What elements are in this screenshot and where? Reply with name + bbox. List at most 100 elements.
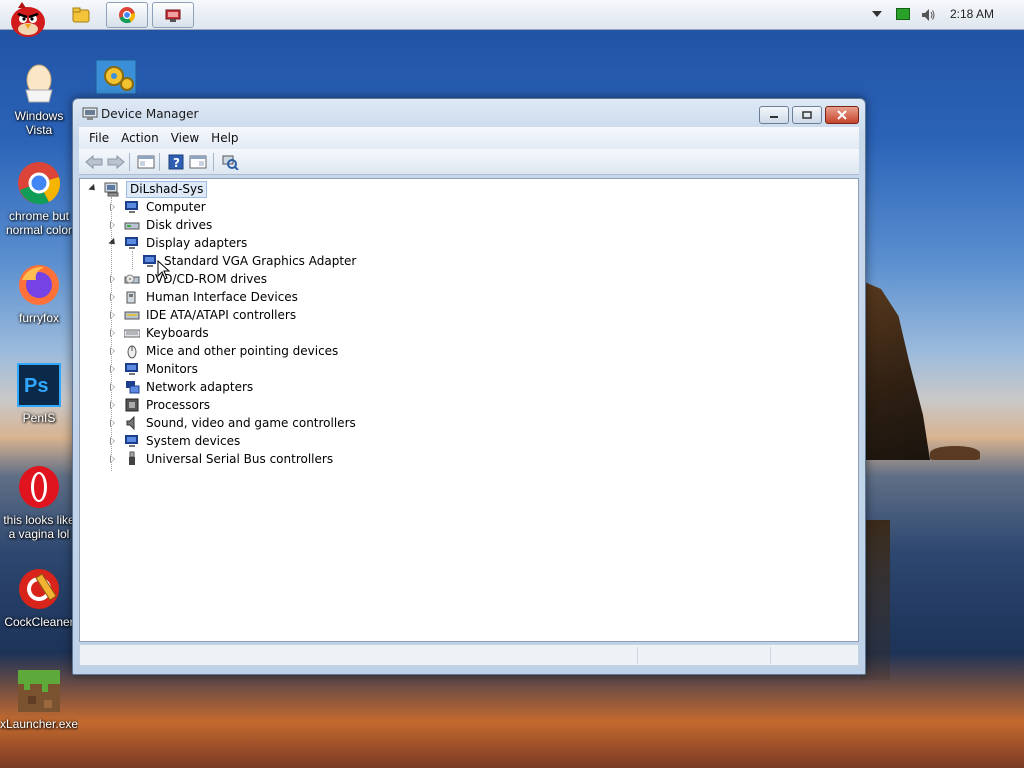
tree-item-label: Keyboards: [146, 326, 209, 340]
mouse-icon: [124, 343, 140, 359]
expand-icon[interactable]: [108, 328, 118, 338]
tree-item-label: Sound, video and game controllers: [146, 416, 356, 430]
svg-text:?: ?: [173, 156, 180, 170]
photoshop-icon: Ps: [16, 362, 62, 408]
scan-hardware-button[interactable]: [221, 153, 239, 171]
minimize-icon: [770, 116, 778, 118]
disk-drive-icon: [124, 217, 140, 233]
usb-icon: [124, 451, 140, 467]
expand-icon[interactable]: [108, 310, 118, 320]
firefox-icon: [16, 262, 62, 308]
tree-item-processors[interactable]: Processors: [108, 396, 210, 414]
processor-icon: [124, 397, 140, 413]
back-button[interactable]: [85, 153, 103, 171]
desktop-icon-opera[interactable]: this looks like a vagina lol: [0, 464, 78, 541]
menu-help[interactable]: Help: [205, 127, 244, 149]
expand-icon[interactable]: [108, 418, 118, 428]
chrome-taskbar-button[interactable]: [106, 2, 148, 28]
desktop-icon-furryfox[interactable]: furryfox: [0, 262, 78, 325]
minecraft-icon: [16, 668, 62, 714]
help-icon: ?: [168, 154, 184, 170]
dvd-drive-icon: [124, 271, 140, 287]
tree-item-display-adapters[interactable]: Display adapters: [108, 234, 247, 252]
network-icon[interactable]: [896, 8, 910, 20]
device-manager-taskbar-button[interactable]: [152, 2, 194, 28]
volume-icon[interactable]: [920, 7, 936, 23]
close-button[interactable]: [825, 106, 859, 124]
hid-icon: [124, 289, 140, 305]
title-bar[interactable]: Device Manager: [73, 99, 865, 129]
expand-icon[interactable]: [108, 454, 118, 464]
gears-icon: [95, 59, 137, 95]
tree-root[interactable]: DiLshad-Sys: [88, 180, 208, 198]
chrome-icon: [119, 7, 136, 24]
tree-item-label: Universal Serial Bus controllers: [146, 452, 334, 466]
menu-bar: File Action View Help: [79, 127, 859, 149]
toolbar-separator: [129, 153, 130, 171]
desktop-icon-settings[interactable]: [94, 56, 140, 96]
network-adapter-icon: [124, 379, 140, 395]
desktop-icon-label: furryfox: [18, 311, 59, 325]
tree-item-network-adapters[interactable]: Network adapters: [108, 378, 253, 396]
maximize-button[interactable]: [792, 106, 822, 124]
tree-item-monitors[interactable]: Monitors: [108, 360, 198, 378]
toolbar: ?: [79, 149, 859, 175]
forward-arrow-icon: [107, 155, 125, 169]
show-hidden-icons-icon[interactable]: [872, 11, 882, 17]
help-button[interactable]: ?: [167, 153, 185, 171]
forward-button[interactable]: [107, 153, 125, 171]
tree-item-disk-drives[interactable]: Disk drives: [108, 216, 212, 234]
expand-icon[interactable]: [108, 220, 118, 230]
properties-button[interactable]: [189, 153, 207, 171]
expand-icon[interactable]: [108, 436, 118, 446]
collapse-icon[interactable]: [88, 184, 98, 194]
tree-item-hid[interactable]: Human Interface Devices: [108, 288, 298, 306]
properties-icon: [189, 155, 207, 169]
show-hide-console-tree-button[interactable]: [137, 153, 155, 171]
collapse-icon[interactable]: [108, 238, 118, 248]
expand-icon[interactable]: [108, 400, 118, 410]
menu-view[interactable]: View: [165, 127, 205, 149]
ide-controller-icon: [124, 307, 140, 323]
desktop-icon-ccleaner[interactable]: CockCleaner: [0, 566, 78, 629]
explorer-quicklaunch-icon[interactable]: [72, 7, 90, 23]
expand-icon[interactable]: [108, 292, 118, 302]
menu-file[interactable]: File: [83, 127, 115, 149]
clock[interactable]: 2:18 AM: [950, 7, 994, 21]
desktop-icon-chrome[interactable]: chrome but normal color: [0, 160, 78, 237]
tree-item-label: IDE ATA/ATAPI controllers: [146, 308, 297, 322]
tree-item-ide[interactable]: IDE ATA/ATAPI controllers: [108, 306, 296, 324]
maximize-icon: [802, 111, 812, 119]
window-title: Device Manager: [101, 107, 199, 121]
desktop-icon-label: Windows Vista: [14, 109, 64, 137]
desktop-icon-windows-vista[interactable]: Windows Vista: [0, 60, 78, 137]
minimize-button[interactable]: [759, 106, 789, 124]
desktop-icon-xlauncher[interactable]: xLauncher.exe: [0, 668, 78, 731]
tree-item-dvd-drives[interactable]: DVD/CD-ROM drives: [108, 270, 267, 288]
tree-item-computer[interactable]: Computer: [108, 198, 206, 216]
expand-icon[interactable]: [108, 274, 118, 284]
tree-item-system-devices[interactable]: System devices: [108, 432, 240, 450]
tree-item-keyboards[interactable]: Keyboards: [108, 324, 209, 342]
start-button[interactable]: [4, 0, 50, 40]
tree-item-label: Processors: [146, 398, 211, 412]
toolbar-separator: [213, 153, 214, 171]
device-manager-window: Device Manager File Action View Help ? D…: [72, 98, 866, 675]
tree-item-usb[interactable]: Universal Serial Bus controllers: [108, 450, 333, 468]
status-divider: [637, 647, 638, 664]
system-tray: 2:18 AM: [864, 0, 1024, 30]
expand-icon[interactable]: [108, 202, 118, 212]
keyboard-icon: [123, 325, 141, 341]
desktop-icon-label: this looks like a vagina lol: [3, 513, 75, 541]
device-tree-pane[interactable]: DiLshad-Sys Computer Disk drives Display…: [79, 178, 859, 642]
expand-icon[interactable]: [108, 364, 118, 374]
tree-item-sound[interactable]: Sound, video and game controllers: [108, 414, 356, 432]
desktop-icon-photoshop[interactable]: Ps PenIS: [0, 362, 78, 425]
expand-icon[interactable]: [108, 346, 118, 356]
menu-action[interactable]: Action: [115, 127, 165, 149]
tree-item-mice[interactable]: Mice and other pointing devices: [108, 342, 338, 360]
mouse-cursor-icon: [157, 259, 171, 280]
tree-item-standard-vga[interactable]: Standard VGA Graphics Adapter: [142, 252, 356, 270]
expand-icon[interactable]: [108, 382, 118, 392]
status-divider: [770, 647, 771, 664]
